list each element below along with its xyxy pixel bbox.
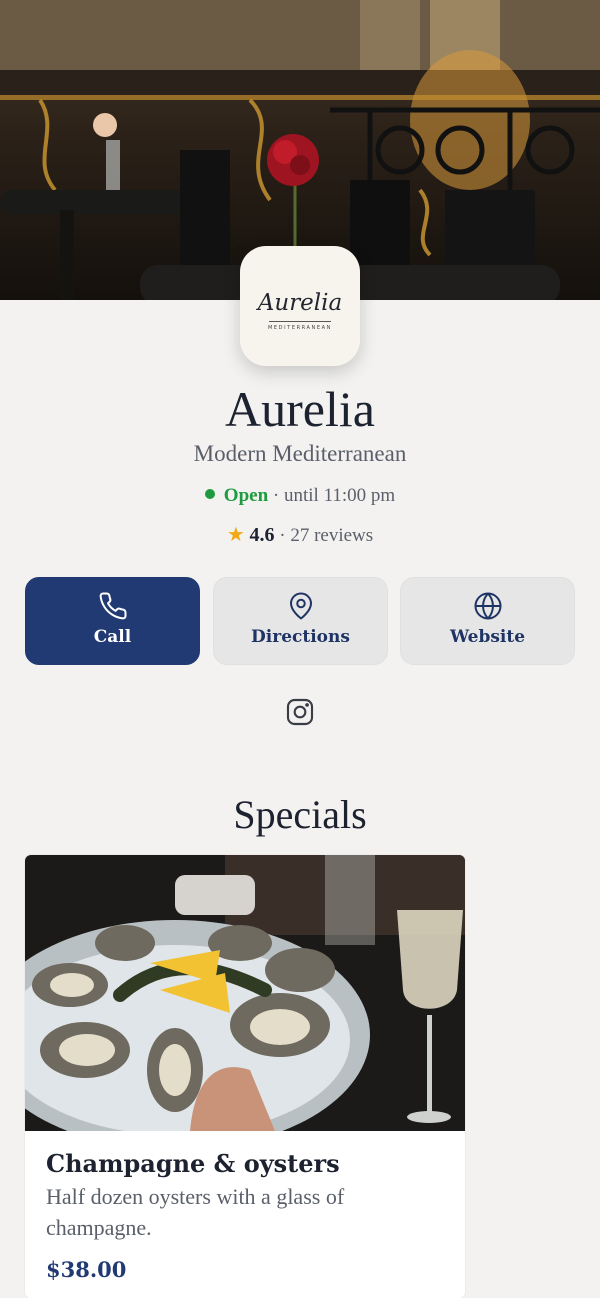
globe-icon bbox=[474, 592, 502, 620]
open-status: Open bbox=[223, 485, 269, 506]
logo-divider bbox=[269, 321, 331, 322]
rating-row: ★ 4.6 · 27 reviews bbox=[0, 522, 600, 547]
rating-score: 4.6 bbox=[249, 524, 275, 546]
restaurant-name: Aurelia bbox=[225, 381, 375, 437]
special-price: $38.00 bbox=[46, 1257, 127, 1282]
special-description: Half dozen oysters with a glass of champ… bbox=[46, 1184, 345, 1240]
logo-subtitle: MEDITERRANEAN bbox=[267, 325, 333, 331]
hours-row: Open · until 11:00 pm bbox=[0, 485, 600, 507]
star-icon: ★ bbox=[226, 524, 245, 546]
specials-heading: Specials bbox=[233, 792, 367, 837]
call-button[interactable]: Call bbox=[25, 577, 200, 665]
phone-icon bbox=[99, 592, 127, 620]
map-pin-icon bbox=[290, 592, 312, 620]
status-dot-icon bbox=[204, 489, 215, 499]
closing-time: · until 11:00 pm bbox=[268, 485, 396, 506]
instagram-icon[interactable] bbox=[284, 696, 316, 728]
restaurant-logo: Aurelia MEDITERRANEAN bbox=[240, 246, 360, 366]
cuisine-label: Modern Mediterranean bbox=[193, 441, 407, 466]
special-card[interactable]: Champagne & oysters Half dozen oysters w… bbox=[25, 855, 465, 1298]
logo-wordmark: Aurelia bbox=[257, 290, 343, 316]
special-photo bbox=[25, 855, 465, 1131]
website-button[interactable]: Website bbox=[400, 577, 575, 665]
website-label: Website bbox=[449, 627, 526, 647]
review-count: · 27 reviews bbox=[274, 525, 374, 546]
directions-label: Directions bbox=[251, 627, 350, 647]
call-label: Call bbox=[93, 627, 132, 647]
special-title: Champagne & oysters bbox=[46, 1149, 340, 1178]
directions-button[interactable]: Directions bbox=[213, 577, 388, 665]
